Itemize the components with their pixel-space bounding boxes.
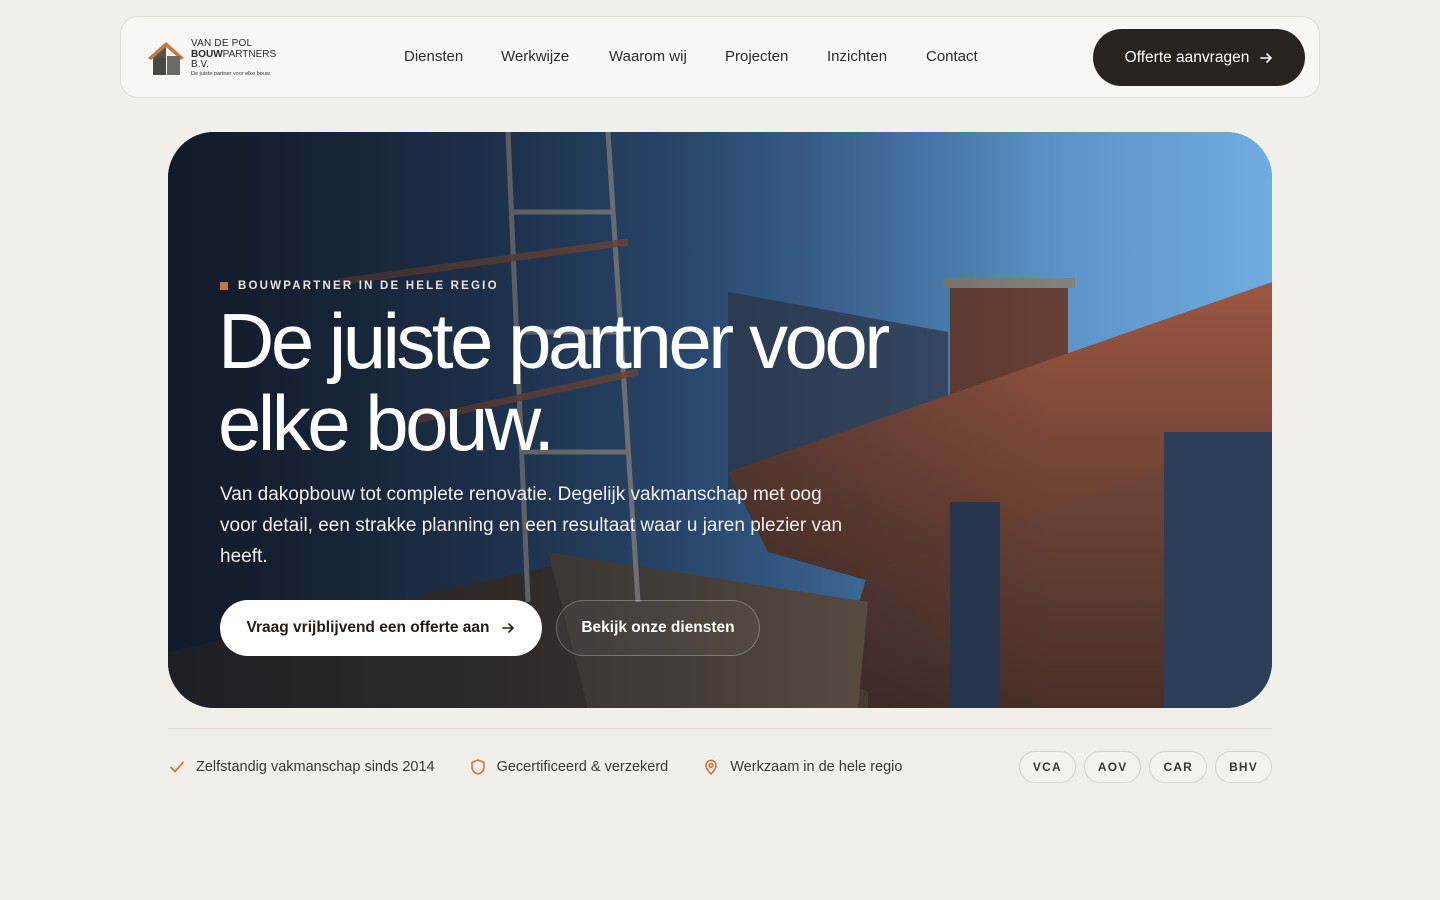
- arrow-right-icon: [502, 623, 515, 633]
- request-quote-label: Offerte aanvragen: [1124, 48, 1250, 66]
- request-free-quote-button[interactable]: Vraag vrijblijvend een offerte aan: [220, 600, 542, 656]
- request-free-quote-label: Vraag vrijblijvend een offerte aan: [246, 619, 490, 636]
- certification-badges: VCA AOV CAR BHV: [1018, 751, 1272, 783]
- shield-icon: [470, 759, 485, 775]
- divider: [168, 728, 1272, 729]
- site-header: VAN DE POL BOUWPARTNERS B.V. De juiste p…: [120, 16, 1320, 98]
- location-pin-icon: [705, 759, 718, 775]
- trust-item: Werkzaam in de hele regio: [702, 758, 902, 776]
- badge-car: CAR: [1149, 751, 1208, 783]
- trust-item: Gecertificeerd & verzekerd: [469, 758, 669, 776]
- nav-link-waarom-wij[interactable]: Waarom wij: [609, 48, 687, 65]
- hero-title: De juiste partner voor elke bouw.: [218, 297, 890, 467]
- nav-link-contact[interactable]: Contact: [926, 48, 978, 65]
- nav-link-diensten[interactable]: Diensten: [404, 48, 463, 65]
- view-services-label: Bekijk onze diensten: [581, 619, 735, 636]
- check-icon: [170, 761, 184, 773]
- trust-item-label: Zelfstandig vakmanschap sinds 2014: [196, 759, 435, 775]
- request-quote-button[interactable]: Offerte aanvragen: [1093, 29, 1305, 86]
- trust-item-label: Werkzaam in de hele regio: [730, 759, 903, 775]
- nav-link-projecten[interactable]: Projecten: [725, 48, 788, 65]
- badge-aov: AOV: [1083, 751, 1142, 783]
- trust-list: Zelfstandig vakmanschap sinds 2014 Gecer…: [168, 751, 936, 783]
- trust-item: Zelfstandig vakmanschap sinds 2014: [168, 758, 435, 776]
- hero-eyebrow: BOUWPARTNER IN DE HELE REGIO: [220, 280, 499, 292]
- nav-link-inzichten[interactable]: Inzichten: [827, 48, 887, 65]
- badge-bhv: BHV: [1215, 751, 1272, 783]
- arrow-right-icon: [1260, 52, 1273, 63]
- hero-section: BOUWPARTNER IN DE HELE REGIO De juiste p…: [168, 132, 1272, 708]
- hero-eyebrow-label: BOUWPARTNER IN DE HELE REGIO: [238, 280, 499, 292]
- trust-item-label: Gecertificeerd & verzekerd: [496, 759, 669, 775]
- accent-square-icon: [220, 282, 228, 290]
- nav-link-werkwijze[interactable]: Werkwijze: [501, 48, 569, 65]
- hero-subtitle: Van dakopbouw tot complete renovatie. De…: [220, 484, 843, 567]
- badge-vca: VCA: [1018, 751, 1076, 783]
- view-services-button[interactable]: Bekijk onze diensten: [556, 600, 760, 656]
